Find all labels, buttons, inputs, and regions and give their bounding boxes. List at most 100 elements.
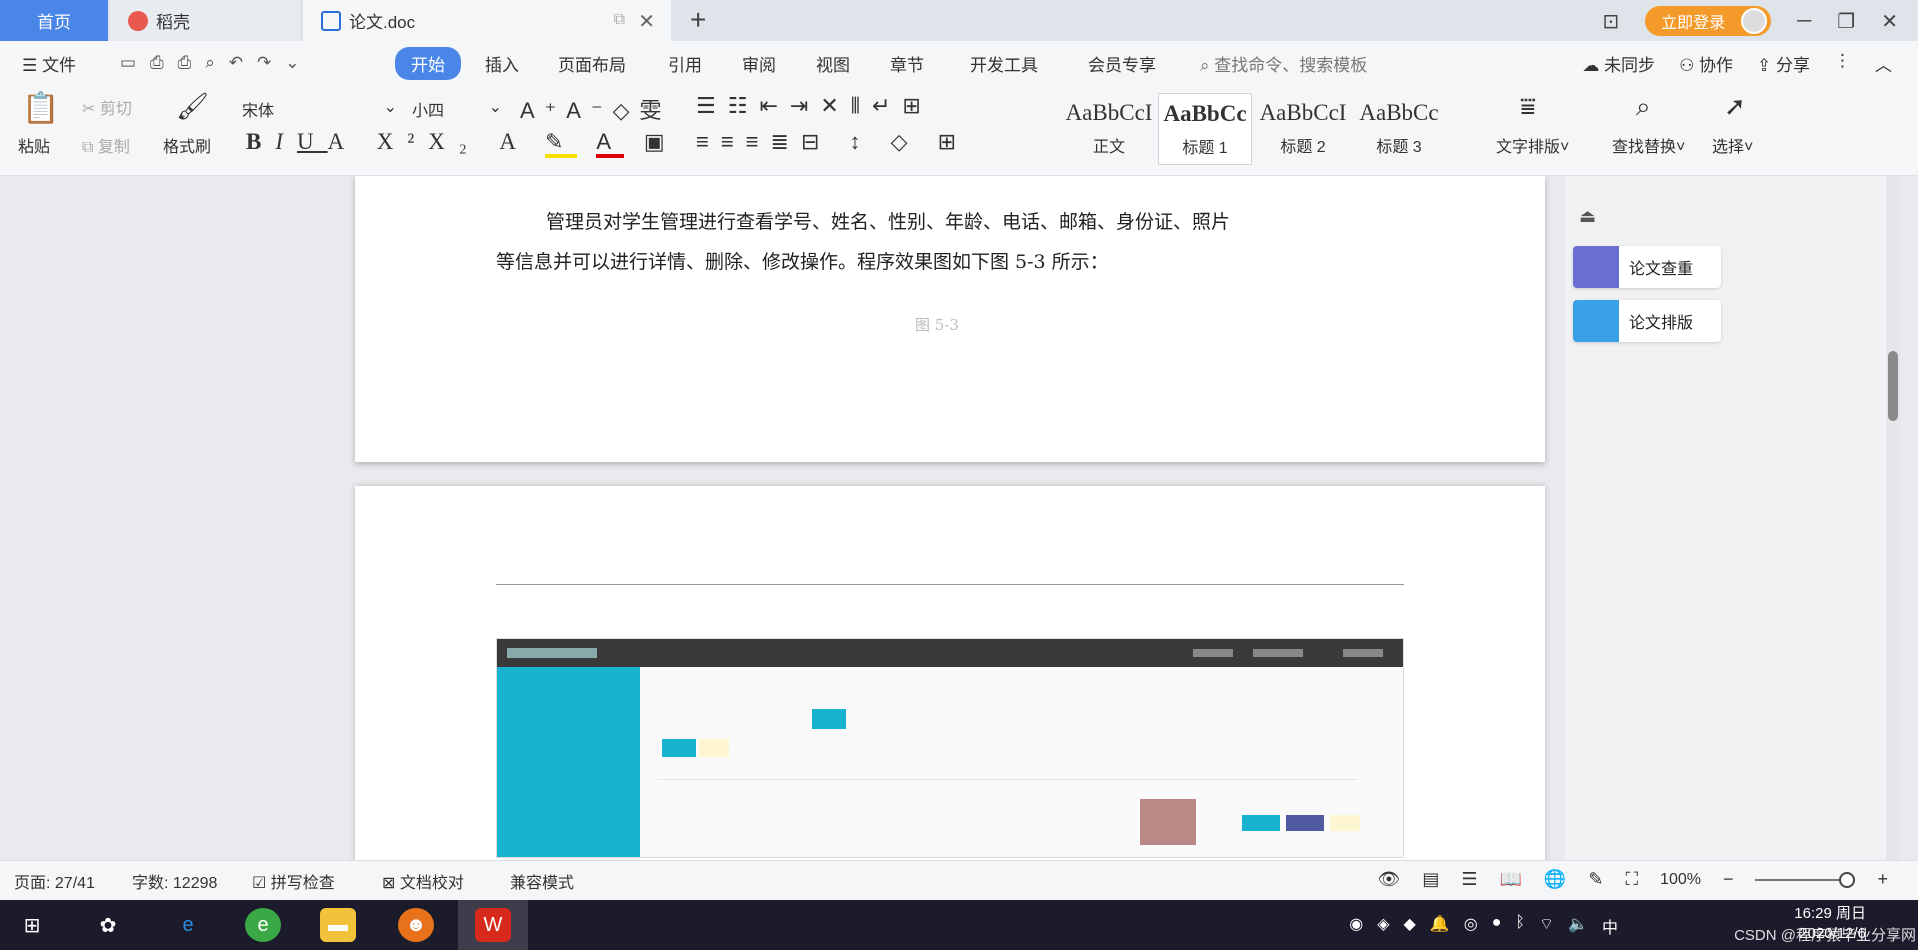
text-format-icons[interactable]: BIUA X²X₂ A [246, 129, 530, 155]
page-view-icon[interactable]: ▤ [1422, 869, 1439, 890]
proofread-button[interactable]: ⊠ 文档校对 [382, 869, 464, 893]
sync-button[interactable]: ☁ 未同步 [1582, 51, 1655, 76]
eye-protection-icon[interactable]: 👁 [1377, 869, 1400, 890]
vertical-scrollbar[interactable] [1886, 176, 1900, 860]
font-select[interactable]: 宋体 ⌄ [242, 97, 397, 121]
text-layout-button[interactable]: 文字排版˅ [1496, 133, 1569, 157]
command-search[interactable]: ⌕ 查找命令、搜索模板 [1200, 51, 1367, 76]
file-explorer-icon[interactable]: ▬ [320, 908, 356, 942]
menu-insert[interactable]: 插入 [485, 51, 519, 76]
alignment-icons[interactable]: ≡≡≡≣⊟ ↕ ◇ ⊞ [696, 129, 968, 155]
restore-icon[interactable]: ❐ [1837, 9, 1855, 34]
font-size-select[interactable]: 小四 ⌄ [412, 97, 502, 121]
ie-browser-icon[interactable]: e [170, 908, 206, 942]
menu-start[interactable]: 开始 [395, 46, 461, 80]
new-tab-button[interactable]: + [690, 4, 706, 36]
zoom-slider[interactable] [1755, 871, 1856, 888]
wifi-icon[interactable]: ⌔ [1539, 914, 1554, 938]
highlight-color-icons[interactable]: ✎ A ▣ [545, 129, 679, 158]
scrollbar-thumb[interactable] [1888, 351, 1898, 421]
menu-page-layout[interactable]: 页面布局 [558, 51, 626, 76]
zoom-in-icon[interactable]: + [1877, 869, 1888, 890]
view-controls: 👁 ▤ ☰ 📖 🌐 ✎ ⛶ 100% − + [1377, 869, 1888, 890]
page-28[interactable] [355, 486, 1545, 860]
bell-icon[interactable]: 🔔 [1430, 914, 1450, 938]
close-icon[interactable]: ✕ [638, 9, 655, 34]
windows-start-icon[interactable]: ⊞ [14, 908, 50, 942]
quick-access-icons[interactable]: ▭⎙⎙⌕↶↷⌄ [120, 53, 314, 73]
recorder-app-icon[interactable]: ☻ [398, 908, 434, 942]
write-view-icon[interactable]: ✎ [1588, 869, 1603, 890]
paste-button[interactable]: 粘贴 [18, 133, 50, 157]
paper-layout-button[interactable]: 论文排版 [1573, 300, 1721, 342]
font-grow-shrink-icons[interactable]: A⁺A⁻◇雯 [520, 93, 672, 125]
word-count[interactable]: 字数: 12298 [132, 869, 217, 893]
tablet-mode-icon[interactable]: ⊡ [1602, 9, 1619, 34]
tray-icon-3[interactable]: ◆ [1404, 914, 1416, 938]
browser-360-icon[interactable]: e [245, 908, 281, 942]
file-menu[interactable]: ☰ 文件 [22, 51, 76, 76]
select-button[interactable]: 选择˅ [1712, 133, 1753, 157]
fit-page-icon[interactable]: ⛶ [1625, 869, 1638, 890]
tab-home[interactable]: 首页 [0, 0, 108, 41]
read-view-icon[interactable]: 📖 [1500, 869, 1522, 890]
text-layout-icon[interactable]: ⩸ [1520, 91, 1536, 123]
select-cursor-icon[interactable]: ➚ [1724, 91, 1746, 122]
window-close-icon[interactable]: ✕ [1881, 9, 1898, 34]
page-indicator[interactable]: 页面: 27/41 [14, 869, 95, 893]
menu-member[interactable]: 会员专享 [1088, 51, 1156, 76]
tray-icon-2[interactable]: ◈ [1377, 914, 1389, 938]
zoom-slider-knob[interactable] [1839, 871, 1856, 888]
tab-document[interactable]: 论文.doc ⧉ ✕ [303, 0, 671, 41]
find-replace-button[interactable]: 查找替换˅ [1612, 133, 1685, 157]
tray-icon-4[interactable]: ◎ [1464, 914, 1478, 938]
bluetooth-icon[interactable]: ᛒ [1515, 914, 1525, 938]
share-button[interactable]: ⇪ 分享 [1757, 51, 1810, 76]
style-normal[interactable]: AaBbCcI 正文 [1062, 93, 1156, 165]
ime-indicator[interactable]: 中 [1602, 914, 1618, 938]
style-heading-1[interactable]: AaBbCc 标题 1 [1158, 93, 1252, 165]
zoom-level[interactable]: 100% [1660, 871, 1701, 889]
collapse-ribbon-icon[interactable]: ︿ [1875, 51, 1892, 76]
paper-check-icon [1573, 246, 1619, 288]
cut-button[interactable]: ✂ 剪切 [82, 95, 132, 119]
tab-document-label: 论文.doc [349, 13, 416, 32]
menu-developer[interactable]: 开发工具 [970, 51, 1038, 76]
menu-view[interactable]: 视图 [816, 51, 850, 76]
format-painter-button[interactable]: 格式刷 [163, 133, 211, 157]
copy-button[interactable]: ⧉ 复制 [82, 133, 130, 157]
tray-icon-1[interactable]: ◉ [1349, 914, 1363, 938]
minimize-icon[interactable]: ─ [1797, 10, 1811, 33]
paste-icon[interactable]: 📋 [22, 91, 59, 126]
web-view-icon[interactable]: 🌐 [1544, 869, 1566, 890]
collab-button[interactable]: ⚇ 协作 [1679, 51, 1733, 76]
login-button[interactable]: 立即登录 [1645, 6, 1772, 36]
app-icon[interactable]: ✿ [90, 908, 126, 942]
page-27[interactable]: 管理员对学生管理进行查看学号、姓名、性别、年龄、电话、邮箱、身份证、照片 等信息… [355, 176, 1545, 462]
outline-view-icon[interactable]: ☰ [1461, 869, 1477, 890]
wps-writer-icon[interactable]: W [475, 908, 511, 942]
style-heading-3[interactable]: AaBbCc 标题 3 [1352, 93, 1446, 165]
menu-chapter[interactable]: 章节 [890, 51, 924, 76]
embedded-screenshot[interactable] [496, 638, 1404, 858]
spell-check-button[interactable]: ☑ 拼写检查 [252, 869, 335, 893]
paper-check-button[interactable]: 论文查重 [1573, 246, 1721, 288]
zoom-out-icon[interactable]: − [1723, 869, 1734, 890]
list-indent-icons[interactable]: ☰☷⇤⇥✕⫴↵⊞ [696, 93, 933, 119]
more-icon[interactable]: ⋮ [1834, 51, 1851, 76]
menu-references[interactable]: 引用 [668, 51, 702, 76]
proofread-label: 文档校对 [399, 874, 464, 892]
volume-icon[interactable]: 🔈 [1568, 914, 1588, 938]
format-painter-icon[interactable]: 🖌 [176, 91, 209, 122]
style-heading-2-sample: AaBbCcI [1259, 100, 1347, 125]
tray-icon-5[interactable]: ● [1492, 914, 1502, 938]
menu-review[interactable]: 审阅 [742, 51, 776, 76]
find-icon[interactable]: ⌕ [1636, 91, 1651, 123]
body-paragraph[interactable]: 管理员对学生管理进行查看学号、姓名、性别、年龄、电话、邮箱、身份证、照片 等信息… [496, 202, 1256, 282]
style-heading-2[interactable]: AaBbCcI 标题 2 [1256, 93, 1350, 165]
pin-icon[interactable]: ⧉ [614, 11, 625, 29]
wps-doc-icon [321, 10, 341, 31]
tab-daoke[interactable]: 稻壳 [110, 0, 300, 41]
embedded-nav-2 [1253, 649, 1303, 657]
collapse-panel-icon[interactable]: ⏏ [1579, 206, 1596, 227]
